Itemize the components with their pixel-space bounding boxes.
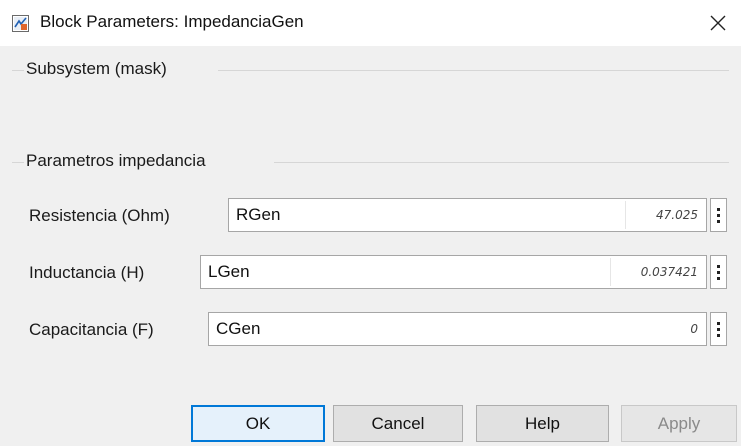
cancel-button[interactable]: Cancel (333, 405, 463, 442)
inductance-input[interactable] (201, 256, 706, 288)
more-vertical-icon (717, 321, 720, 337)
capacitance-evaluated-value: 0 (690, 322, 698, 336)
params-group-label: Parametros impedancia (26, 151, 206, 170)
subsystem-group-label: Subsystem (mask) (26, 59, 167, 78)
inductance-menu-button[interactable] (710, 255, 727, 289)
capacitance-input[interactable] (209, 313, 706, 345)
resistance-field[interactable]: 47.025 (228, 198, 707, 232)
group-divider (12, 70, 24, 71)
group-divider (12, 162, 24, 163)
resistance-evaluated-value: 47.025 (656, 208, 698, 222)
ok-button[interactable]: OK (191, 405, 325, 442)
eval-separator (625, 201, 626, 229)
resistance-menu-button[interactable] (710, 198, 727, 232)
group-divider (218, 70, 729, 71)
resistance-input[interactable] (229, 199, 706, 231)
inductance-field[interactable]: 0.037421 (200, 255, 707, 289)
more-vertical-icon (717, 207, 720, 223)
resistance-label: Resistencia (Ohm) (29, 206, 170, 225)
window-title: Block Parameters: ImpedanciaGen (40, 12, 304, 31)
help-button[interactable]: Help (476, 405, 609, 442)
group-divider (274, 162, 729, 163)
inductance-label: Inductancia (H) (29, 263, 145, 282)
more-vertical-icon (717, 264, 720, 280)
capacitance-label: Capacitancia (F) (29, 320, 154, 339)
capacitance-field[interactable]: 0 (208, 312, 707, 346)
inductance-evaluated-value: 0.037421 (640, 265, 698, 279)
apply-button[interactable]: Apply (621, 405, 737, 442)
simulink-block-icon (12, 15, 29, 32)
close-button[interactable] (695, 0, 741, 46)
eval-separator (610, 258, 611, 286)
title-bar[interactable]: Block Parameters: ImpedanciaGen (0, 0, 741, 46)
close-icon (710, 15, 726, 31)
capacitance-menu-button[interactable] (710, 312, 727, 346)
